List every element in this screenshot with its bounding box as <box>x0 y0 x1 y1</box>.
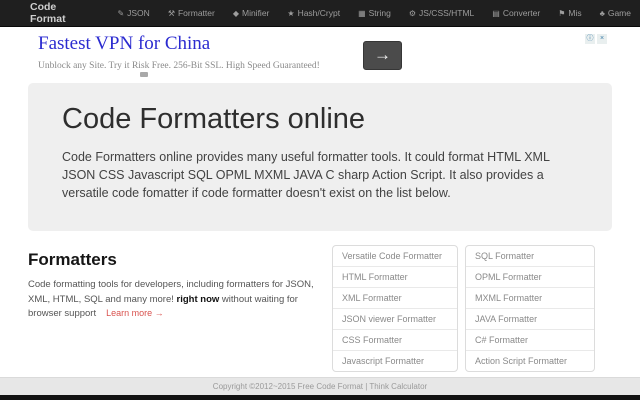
tags-icon: ◆ <box>232 8 239 18</box>
list-item-mxml-formatter[interactable]: MXML Formatter <box>466 288 594 309</box>
nav-item-label: JS/CSS/HTML <box>419 8 475 18</box>
formatters-heading: Formatters <box>28 250 117 269</box>
copyright-text: Copyright ©2012~2015 Free Code Format | … <box>212 382 428 391</box>
table-icon: ▦ <box>358 8 366 18</box>
nav-item-label: Formatter <box>177 8 215 18</box>
nav-item-mis[interactable]: ⚑ Mis <box>549 0 590 26</box>
carousel-indicator-dot[interactable] <box>140 72 148 77</box>
nav-item-converter[interactable]: ▤ Converter <box>483 0 549 26</box>
nav-item-label: Hash/Crypt <box>297 8 341 18</box>
nav-item-label: Game <box>607 8 631 18</box>
bottom-strip <box>0 395 640 400</box>
tree-icon: ♣ <box>599 8 605 18</box>
list-item-sql-formatter[interactable]: SQL Formatter <box>466 246 594 267</box>
formatter-list-left: Versatile Code Formatter HTML Formatter … <box>332 245 458 372</box>
list-item-html-formatter[interactable]: HTML Formatter <box>333 267 457 288</box>
formatters-desc-bold: right now <box>176 293 220 305</box>
nav-item-string[interactable]: ▦ String <box>349 0 400 26</box>
nav-item-label: String <box>368 8 391 18</box>
flag-icon: ⚑ <box>558 8 566 18</box>
list-item-xml-formatter[interactable]: XML Formatter <box>333 288 457 309</box>
ad-subtitle: Unblock any Site. Try it Risk Free. 256-… <box>38 61 320 71</box>
jumbotron: Code Formatters online Code Formatters o… <box>28 83 612 231</box>
wrench-icon: ⚒ <box>167 8 175 18</box>
nav-item-js-css-html[interactable]: ⚙ JS/CSS/HTML <box>400 0 483 26</box>
pencil-icon: ✎ <box>117 8 125 18</box>
top-navbar: Code Format ✎ JSON ⚒ Formatter ◆ Minifie… <box>0 0 640 27</box>
formatters-description: Code formatting tools for developers, in… <box>28 278 330 322</box>
nav-item-formatter[interactable]: ⚒ Formatter <box>159 0 224 26</box>
nav-item-label: Converter <box>502 8 541 18</box>
nav-item-label: Minifier <box>241 8 270 18</box>
nav-item-json[interactable]: ✎ JSON <box>108 0 158 26</box>
page-title: Code Formatters online <box>62 103 366 135</box>
footer: Copyright ©2012~2015 Free Code Format | … <box>0 377 640 395</box>
list-item-json-viewer-formatter[interactable]: JSON viewer Formatter <box>333 309 457 330</box>
list-item-javascript-formatter[interactable]: Javascript Formatter <box>333 351 457 371</box>
list-icon: ▤ <box>492 8 500 18</box>
nav-item-label: Mis <box>568 8 582 18</box>
gear-icon: ⚙ <box>408 8 417 18</box>
formatters-intro: Formatters Code formatting tools for dev… <box>28 245 330 372</box>
ad-controls: ⓘ × <box>585 34 607 44</box>
list-item-opml-formatter[interactable]: OPML Formatter <box>466 267 594 288</box>
nav-item-label: JSON <box>127 8 150 18</box>
list-item-action-script-formatter[interactable]: Action Script Formatter <box>466 351 594 371</box>
ad-arrow-button[interactable]: → <box>363 41 402 70</box>
jumbotron-description: Code Formatters online provides many use… <box>62 150 550 201</box>
learn-more-link[interactable]: Learn more → <box>106 308 164 318</box>
list-item-csharp-formatter[interactable]: C# Formatter <box>466 330 594 351</box>
list-item-css-formatter[interactable]: CSS Formatter <box>333 330 457 351</box>
list-item-java-formatter[interactable]: JAVA Formatter <box>466 309 594 330</box>
ad-banner: Fastest VPN for China Unblock any Site. … <box>0 27 640 83</box>
list-item-versatile-code-formatter[interactable]: Versatile Code Formatter <box>333 246 457 267</box>
brand-logo[interactable]: Code Format <box>30 1 90 25</box>
star-icon: ★ <box>287 8 295 18</box>
formatter-list-right: SQL Formatter OPML Formatter MXML Format… <box>465 245 595 372</box>
nav-item-hash-crypt[interactable]: ★ Hash/Crypt <box>278 0 349 26</box>
ad-info-icon[interactable]: ⓘ <box>585 34 595 44</box>
formatters-section: Formatters Code formatting tools for dev… <box>28 245 612 372</box>
nav-item-game[interactable]: ♣ Game <box>591 0 640 26</box>
ad-title-link[interactable]: Fastest VPN for China <box>38 33 210 55</box>
nav-item-minifier[interactable]: ◆ Minifier <box>224 0 279 26</box>
ad-close-icon[interactable]: × <box>597 34 607 44</box>
right-arrow-icon: → <box>374 45 391 64</box>
